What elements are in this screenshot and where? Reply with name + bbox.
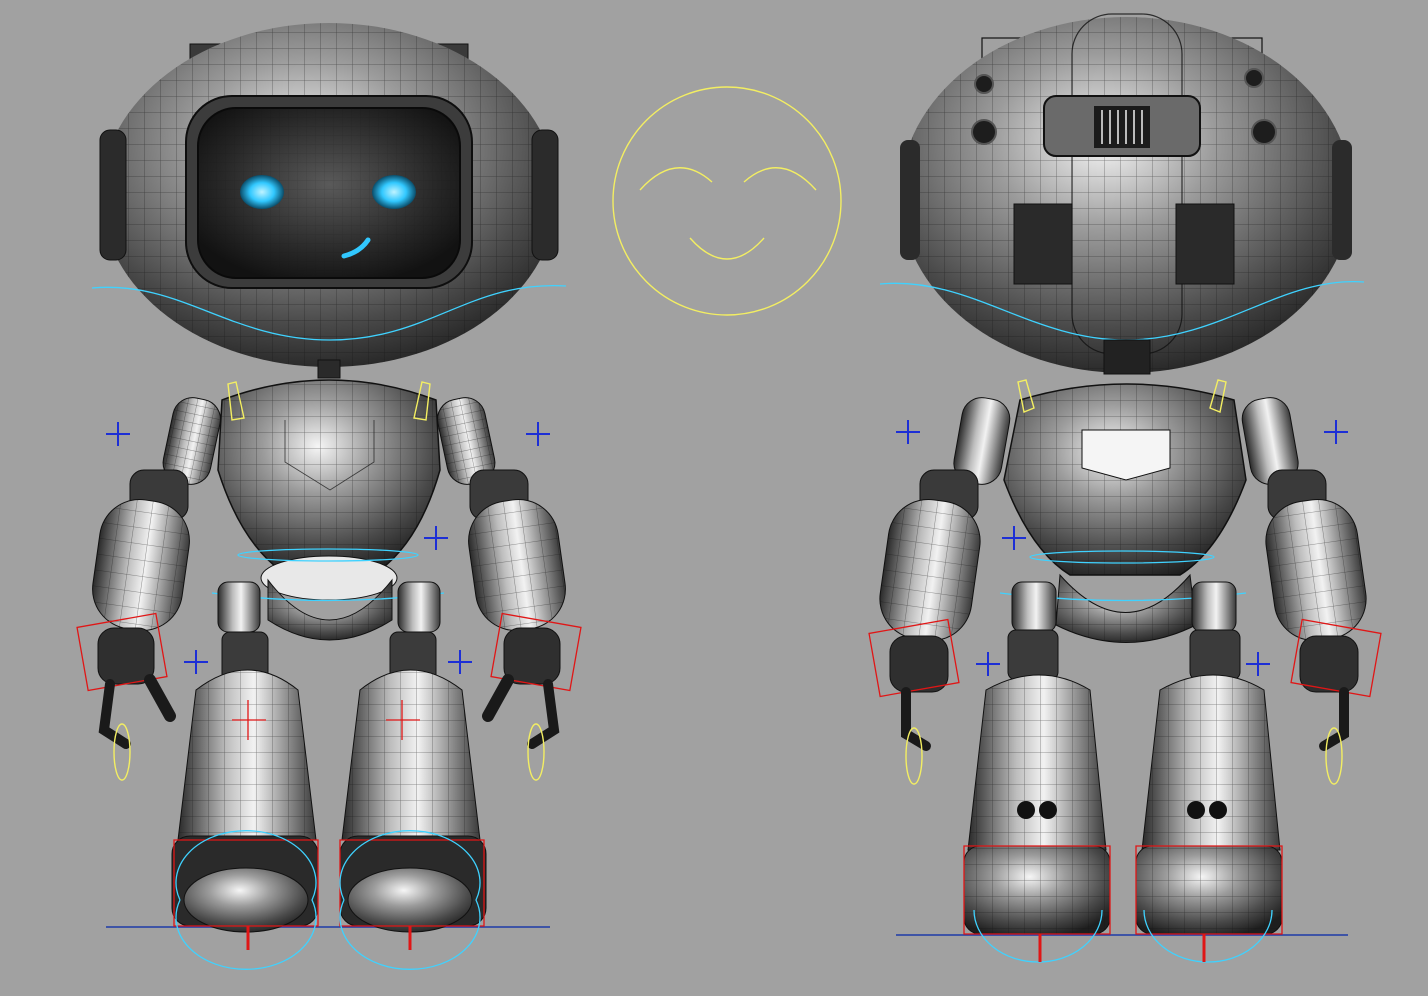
ik-handle-icon[interactable] <box>424 526 448 550</box>
ik-handle-icon[interactable] <box>1002 526 1026 550</box>
hand-control-curve[interactable] <box>527 723 545 781</box>
ik-handle-icon[interactable] <box>976 652 1000 676</box>
hand-control-curve[interactable] <box>113 723 131 781</box>
ik-handle-icon[interactable] <box>1324 420 1348 444</box>
robot-front-view[interactable] <box>76 23 582 970</box>
ik-handle-icon[interactable] <box>896 420 920 444</box>
robot-head[interactable] <box>91 23 567 367</box>
robot-left-leg[interactable] <box>171 581 319 970</box>
left-eye-icon <box>240 175 284 209</box>
ik-handle-icon[interactable] <box>106 422 130 446</box>
robot-back-view[interactable] <box>868 13 1382 963</box>
scene-canvas[interactable] <box>0 0 1428 996</box>
ik-handle-icon[interactable] <box>184 650 208 674</box>
maya-viewport[interactable] <box>0 0 1428 996</box>
right-eye-icon <box>372 175 416 209</box>
robot-left-leg-back[interactable] <box>963 581 1111 963</box>
ik-handle-icon[interactable] <box>526 422 550 446</box>
ik-handle-icon[interactable] <box>1246 652 1270 676</box>
ik-handle-icon[interactable] <box>448 650 472 674</box>
face-expression-control[interactable] <box>612 86 842 316</box>
robot-right-leg[interactable] <box>339 581 487 970</box>
robot-head-back[interactable] <box>879 13 1365 373</box>
